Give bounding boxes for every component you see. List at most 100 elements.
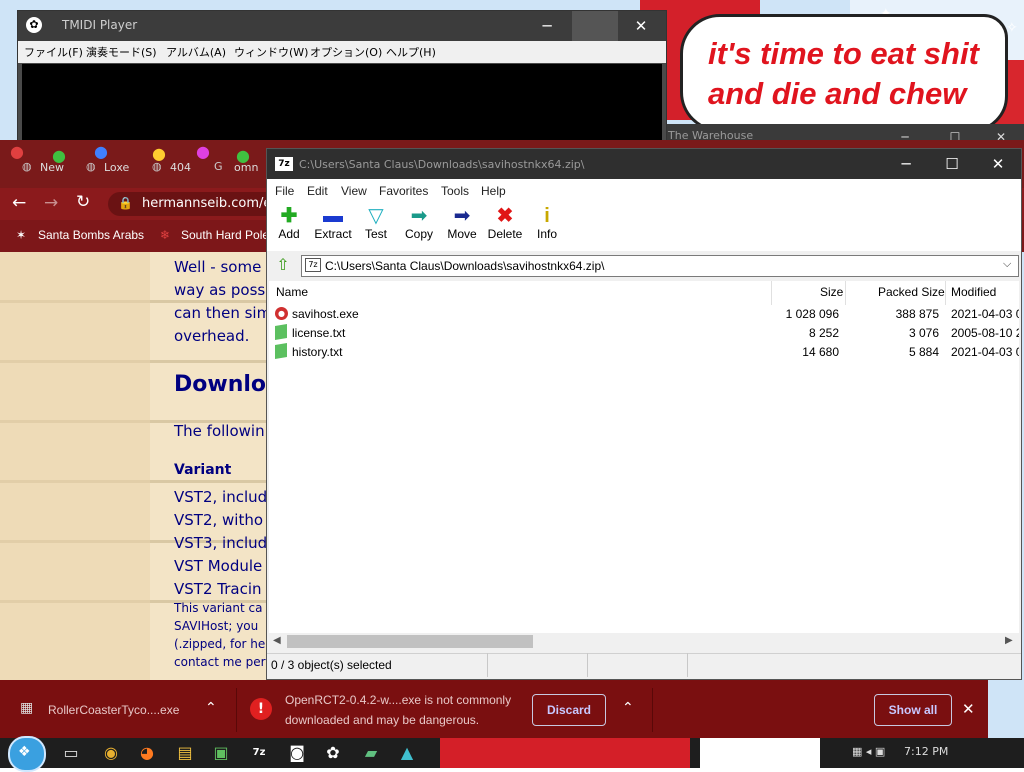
discard-button[interactable]: Discard	[532, 694, 606, 726]
taskbar-wallpaper-white	[700, 738, 820, 768]
delete-button[interactable]: ✖ Delete	[483, 205, 527, 241]
browser-tab-2[interactable]: Loxe	[104, 161, 129, 174]
variant-link[interactable]: VST2 Tracin	[174, 580, 262, 598]
test-button[interactable]: ▽ Test	[354, 205, 398, 241]
tmidi-close-button[interactable]: ✕	[618, 11, 664, 41]
add-button[interactable]: ✚ Add	[267, 205, 311, 241]
chevron-up-icon[interactable]: ⌃	[205, 700, 217, 716]
variant-link[interactable]: VST Module	[174, 557, 262, 575]
delete-button-label: Delete	[487, 227, 523, 241]
txt-icon	[275, 323, 287, 341]
move-button[interactable]: ➡ Move	[440, 205, 484, 241]
scroll-left-icon[interactable]: ◀	[273, 635, 281, 646]
clock[interactable]: 7:12 PM	[904, 745, 948, 758]
plus-icon: ✚	[280, 205, 298, 227]
bookmark-santa-bombs[interactable]: Santa Bombs Arabs	[38, 228, 144, 242]
file-explorer-icon[interactable]: ▤	[174, 742, 196, 764]
firefox-icon[interactable]: ◕	[136, 742, 158, 764]
globe-icon: ◍	[22, 160, 32, 173]
close-icon[interactable]: ✕	[962, 700, 975, 718]
browser-tab-3[interactable]: 404	[170, 161, 191, 174]
chrome-icon[interactable]: ◉	[100, 742, 122, 764]
christmas-lights: ● ● ● ● ● ●	[10, 142, 250, 165]
tmidi-window: ✿ TMIDI Player ─ ✕ ファイル(F) 演奏モード(S) アルバム…	[17, 10, 667, 152]
tmidi-menu-help[interactable]: ヘルプ(H)	[386, 44, 436, 60]
file-modified: 2021-04-03 0	[951, 307, 1019, 321]
folder-up-icon[interactable]: ⇧	[273, 255, 293, 275]
tmidi-minimize-button[interactable]: ─	[524, 11, 570, 41]
copy-button[interactable]: ➡ Copy	[397, 205, 441, 241]
forward-arrow-icon[interactable]: →	[44, 193, 58, 213]
browser-tab-4[interactable]: omn	[234, 161, 258, 174]
tmidi-menu-album[interactable]: アルバム(A)	[166, 44, 226, 60]
menu-help[interactable]: Help	[481, 184, 506, 198]
show-all-button[interactable]: Show all	[874, 694, 952, 726]
status-separator	[587, 653, 588, 677]
column-header-packed-size[interactable]: Packed Size	[878, 285, 945, 299]
tray-icons[interactable]: ▦ ◂ ▣	[852, 745, 885, 758]
menu-edit[interactable]: Edit	[307, 184, 328, 198]
file-size: 14 680	[802, 345, 839, 359]
column-header-modified[interactable]: Modified	[951, 285, 996, 299]
copy-arrow-icon: ➡	[410, 205, 428, 227]
tmidi-maximize-button[interactable]	[572, 11, 618, 41]
bomb-icon: ✶	[16, 228, 27, 242]
variant-link[interactable]: VST2, includ	[174, 488, 267, 506]
task-view-icon[interactable]: ▭	[60, 742, 82, 764]
download-item-name[interactable]: RollerCoasterTyco....exe	[48, 703, 179, 717]
photo-app-icon[interactable]: ▣	[210, 742, 232, 764]
status-separator	[687, 653, 688, 677]
warning-icon: !	[250, 698, 272, 720]
path-value: C:\Users\Santa Claus\Downloads\savihostn…	[325, 259, 605, 273]
menu-file[interactable]: File	[275, 184, 294, 198]
download-warning-line1: OpenRCT2-0.4.2-w....exe is not commonly	[285, 693, 512, 707]
browser-tab-1[interactable]: New	[40, 161, 64, 174]
sevenzip-close-button[interactable]: ✕	[975, 149, 1021, 179]
file-modified: 2005-08-10 2	[951, 326, 1019, 340]
tmidi-menu-window[interactable]: ウィンドウ(W)	[234, 44, 308, 60]
bookmark-south-hard-pole[interactable]: South Hard Pole	[181, 228, 269, 242]
minus-icon: ▬	[323, 205, 343, 227]
back-arrow-icon[interactable]: ←	[12, 193, 26, 213]
globe-icon: ◍	[86, 160, 96, 173]
app-icon[interactable]: ▲	[396, 742, 418, 764]
page-text: overhead.	[174, 327, 250, 345]
menu-view[interactable]: View	[341, 184, 367, 198]
snowflake-icon: ❄	[160, 228, 171, 242]
sevenzip-maximize-button[interactable]: ☐	[929, 149, 975, 179]
globe-icon: ◍	[152, 160, 162, 173]
divider	[236, 688, 237, 732]
file-modified: 2021-04-03 0	[951, 345, 1019, 359]
page-text: way as possi	[174, 281, 270, 299]
sevenzip-minimize-button[interactable]: ─	[883, 149, 929, 179]
download-warning-line2: downloaded and may be dangerous.	[285, 713, 480, 727]
tmidi-title: TMIDI Player	[62, 18, 138, 32]
status-text: 0 / 3 object(s) selected	[271, 658, 392, 672]
chevron-up-icon[interactable]: ⌃	[622, 700, 634, 716]
reload-icon[interactable]: ↻	[76, 192, 90, 212]
info-button[interactable]: i Info	[525, 205, 569, 241]
installer-icon: ▦	[20, 700, 34, 716]
variant-link[interactable]: VST3, includ	[174, 534, 267, 552]
move-button-label: Move	[447, 227, 477, 241]
column-header-name[interactable]: Name	[276, 285, 308, 299]
divider	[652, 688, 653, 732]
tmidi-menu-play-mode[interactable]: 演奏モード(S)	[86, 44, 157, 60]
tmidi-menu-file[interactable]: ファイル(F)	[24, 44, 83, 60]
variant-link[interactable]: VST2, witho	[174, 511, 263, 529]
column-separator	[845, 281, 846, 305]
menu-tools[interactable]: Tools	[441, 184, 469, 198]
menu-favorites[interactable]: Favorites	[379, 184, 428, 198]
camera-app-icon[interactable]: ◙	[286, 742, 308, 764]
taskbar-wallpaper-red	[440, 738, 690, 768]
scrollbar-thumb[interactable]	[287, 635, 533, 648]
chevron-down-icon[interactable]: ⌵	[1003, 257, 1011, 271]
test-button-label: Test	[364, 227, 387, 241]
extract-button[interactable]: ▬ Extract	[311, 205, 355, 241]
sevenzip-taskbar-icon[interactable]: 7z	[248, 742, 270, 764]
tmidi-menu-options[interactable]: オプション(O)	[310, 44, 382, 60]
scroll-right-icon[interactable]: ▶	[1005, 635, 1013, 646]
notepad-icon[interactable]: ▰	[360, 742, 382, 764]
tmidi-taskbar-icon[interactable]: ✿	[322, 742, 344, 764]
column-header-size[interactable]: Size	[820, 285, 843, 299]
